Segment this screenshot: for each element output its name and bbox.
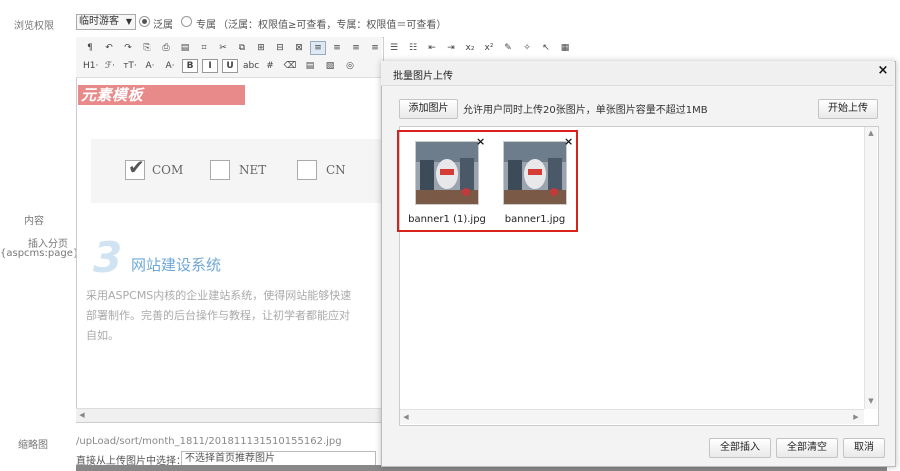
thumbnail-label: 缩略图 (18, 440, 48, 451)
toolbar-button-tb1-24[interactable]: ↖ (538, 41, 554, 55)
pick-image-select[interactable]: 不选择首页推荐图片 (181, 451, 376, 466)
checkbox-cn-label: CN (326, 163, 346, 177)
toolbar-button-tb2-2[interactable]: тT· (122, 59, 138, 73)
toolbar-button-tb1-9[interactable]: ⊞ (253, 41, 269, 55)
checkbox-com[interactable]: ✔ (125, 155, 145, 180)
toolbar-button-tb1-20[interactable]: x₂ (462, 41, 478, 55)
toolbar-button-tb2-8[interactable]: abc (242, 59, 259, 73)
toolbar-button-tb1-0[interactable]: ¶ (82, 41, 98, 55)
toolbar-button-tb1-25[interactable]: ▦ (557, 41, 573, 55)
toolbar-button-tb1-2[interactable]: ↷ (120, 41, 136, 55)
insert-page-code: {aspcms:page} (0, 248, 80, 259)
check-icon: ✔ (128, 155, 145, 179)
radio-exclusive[interactable] (181, 16, 192, 27)
close-icon[interactable]: × (876, 63, 890, 81)
toolbar-button-tb1-8[interactable]: ⧉ (234, 41, 250, 55)
radio-general[interactable] (139, 16, 150, 27)
selection-highlight (397, 130, 578, 232)
checkbox-com-label: COM (152, 163, 184, 177)
upload-tip: 允许用户同时上传20张图片，单张图片容量不超过1MB (463, 105, 708, 116)
toolbar-button-tb1-5[interactable]: ▤ (177, 41, 193, 55)
checkbox-net[interactable] (210, 160, 230, 180)
toolbar-button-tb2-11[interactable]: ▤ (302, 59, 318, 73)
add-image-button[interactable]: 添加图片 (399, 99, 458, 119)
toolbar-button-tb2-13[interactable]: ◎ (342, 59, 358, 73)
toolbar-button-tb2-6[interactable]: I (202, 59, 218, 73)
toolbar-button-tb2-7[interactable]: U (222, 59, 238, 73)
browse-permission-label: 浏览权限 (14, 21, 54, 32)
upload-horizontal-scrollbar[interactable]: ◀ ▶ (400, 409, 864, 424)
checkbox-cn[interactable] (297, 160, 317, 180)
scroll-left-icon[interactable]: ◀ (400, 413, 412, 421)
toolbar-button-tb1-6[interactable]: ⌗ (196, 41, 212, 55)
toolbar-button-tb1-7[interactable]: ✂ (215, 41, 231, 55)
toolbar-button-tb1-3[interactable]: ⎘ (139, 41, 155, 55)
insert-all-button[interactable]: 全部插入 (709, 438, 771, 458)
permission-select-value: 临时游客 (79, 16, 119, 27)
toolbar-button-tb1-22[interactable]: ✎ (500, 41, 516, 55)
scroll-left-icon[interactable]: ◀ (76, 411, 88, 419)
scroll-right-icon[interactable]: ▶ (850, 413, 862, 421)
toolbar-button-tb1-16[interactable]: ☰ (386, 41, 402, 55)
toolbar-button-tb1-19[interactable]: ⇥ (443, 41, 459, 55)
toolbar-button-tb2-12[interactable]: ▧ (322, 59, 338, 73)
dialog-titlebar[interactable] (381, 61, 894, 86)
permission-select[interactable]: 临时游客 ▼ (76, 14, 136, 30)
toolbar-button-tb1-23[interactable]: ✧ (519, 41, 535, 55)
section-title: 网站建设系统 (131, 256, 222, 274)
section-number: 3 (93, 233, 123, 282)
toolbar-button-tb1-18[interactable]: ⇤ (424, 41, 440, 55)
toolbar-button-tb2-0[interactable]: H1· (82, 59, 98, 73)
toolbar-button-tb1-15[interactable]: ≡ (367, 41, 383, 55)
content-label: 内容 (24, 216, 44, 227)
toolbar-button-tb1-17[interactable]: ☷ (405, 41, 421, 55)
banner-text: 元素模板YS720.COM (78, 85, 245, 124)
toolbar-button-tb2-4[interactable]: A· (162, 59, 178, 73)
upload-vertical-scrollbar[interactable]: ▲ ▼ (864, 127, 877, 409)
thumbnail-path-field[interactable]: /upLoad/sort/month_1811/2018111315101551… (76, 434, 382, 450)
radio-hint: （泛属：权限值≥可查看，专属：权限值＝可查看） (218, 20, 447, 31)
cancel-button[interactable]: 取消 (843, 438, 885, 458)
section-body: 采用ASPCMS内核的企业建站系统，使得网站能够快速部署制作。完善的后台操作与教… (86, 289, 352, 342)
toolbar-button-tb1-21[interactable]: x² (481, 41, 497, 55)
chevron-down-icon: ▼ (125, 17, 132, 26)
toolbar-button-tb2-1[interactable]: ℱ· (102, 59, 118, 73)
toolbar-button-tb1-1[interactable]: ↶ (101, 41, 117, 55)
checkbox-net-label: NET (239, 163, 267, 177)
dialog-title: 批量图片上传 (393, 71, 453, 82)
toolbar-button-tb1-11[interactable]: ⊠ (291, 41, 307, 55)
toolbar-button-tb2-10[interactable]: ⌫ (282, 59, 298, 73)
editor-horizontal-scrollbar[interactable]: ◀ (76, 408, 382, 422)
start-upload-button[interactable]: 开始上传 (818, 99, 878, 119)
editor-toolbar: ¶ ↶ ↷ ⎘ ⎙ ▤ ⌗ ✂ ⧉ ⊞ ⊟ ⊠ ≡ ≡ ≡ ≡ ☰ ☷ ⇤ ⇥ x₂ x² ✎ ✧ ↖ ▦ H1· ℱ· тT· A· A… (76, 37, 569, 78)
toolbar-button-tb2-3[interactable]: A· (142, 59, 158, 73)
scroll-down-icon[interactable]: ▼ (865, 397, 877, 405)
domain-options-box: ✔ COM NET CN (91, 139, 383, 203)
radio-exclusive-label: 专属 (196, 20, 216, 31)
toolbar-button-tb1-12[interactable]: ≡ (310, 41, 326, 55)
toolbar-button-tb1-14[interactable]: ≡ (348, 41, 364, 55)
toolbar-button-tb2-5[interactable]: B (182, 59, 198, 73)
clear-all-button[interactable]: 全部清空 (776, 438, 838, 458)
radio-general-label: 泛属 (153, 20, 173, 31)
scroll-up-icon[interactable]: ▲ (865, 129, 877, 137)
toolbar-button-tb1-13[interactable]: ≡ (329, 41, 345, 55)
toolbar-button-tb2-9[interactable]: # (262, 59, 278, 73)
toolbar-button-tb1-4[interactable]: ⎙ (158, 41, 174, 55)
toolbar-button-tb1-10[interactable]: ⊟ (272, 41, 288, 55)
